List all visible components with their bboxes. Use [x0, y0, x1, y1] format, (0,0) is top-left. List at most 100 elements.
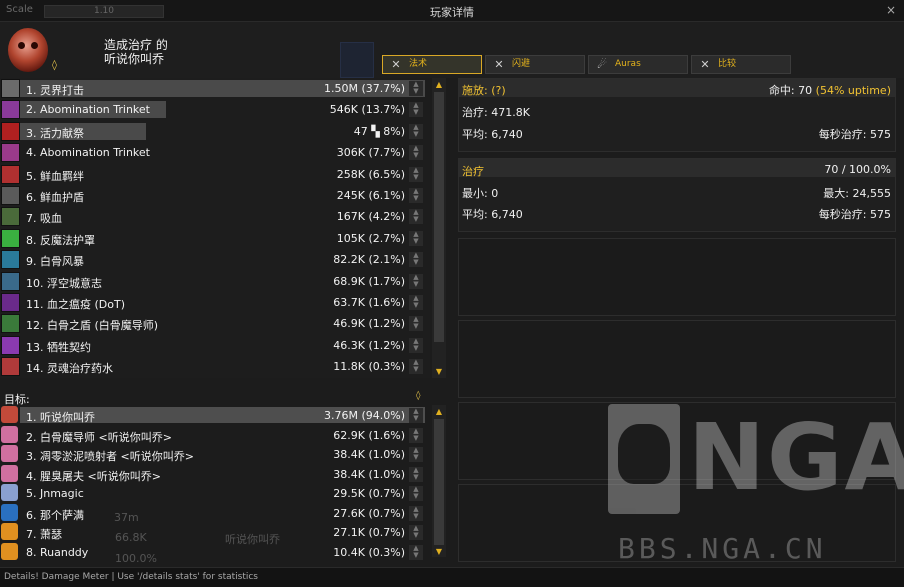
spell-icon	[1, 100, 20, 120]
row-expand-icon[interactable]: ▲ ▼	[409, 81, 423, 96]
spell-row[interactable]: 10. 浮空城意志 68.9K (1.7%) ▲ ▼	[0, 271, 427, 292]
row-expand-icon[interactable]: ▲ ▼	[409, 145, 423, 161]
row-expand-icon[interactable]: ▲ ▼	[409, 273, 423, 289]
tab-compare[interactable]: ✕ 比较	[691, 55, 791, 74]
spell-name: 14. 灵魂治疗药水	[26, 362, 113, 376]
player-name: 听说你叫乔	[104, 52, 165, 66]
target-name: 7. 萧瑟	[26, 528, 62, 541]
spell-scrollbar[interactable]: ▲ ▼	[432, 78, 446, 378]
row-expand-icon[interactable]: ▲ ▼	[409, 525, 423, 540]
scroll-up-button[interactable]: ▲	[433, 80, 445, 89]
spell-row[interactable]: 13. 牺牲契约 46.3K (1.2%) ▲ ▼	[0, 335, 427, 356]
target-name: 2. 白骨魔导师 <听说你叫乔>	[26, 430, 172, 444]
tab-label: 闪避	[512, 59, 531, 69]
class-icon	[1, 503, 18, 521]
spell-value: 82.2K (2.1%)	[333, 253, 405, 267]
row-expand-icon[interactable]: ▲ ▼	[409, 337, 423, 353]
target-row[interactable]: 1. 听说你叫乔 3.76M (94.0%) ▲ ▼	[0, 405, 427, 425]
spell-name: 5. 鲜血羁绊	[26, 169, 84, 183]
row-expand-icon[interactable]: ▲ ▼	[409, 427, 423, 443]
target-row[interactable]: 5. Jnmagic 29.5K (0.7%) ▲ ▼	[0, 483, 427, 503]
target-row[interactable]: 2. 白骨魔导师 <听说你叫乔> 62.9K (1.6%) ▲ ▼	[0, 425, 427, 445]
spell-row[interactable]: 11. 血之瘟疫 (DoT) 63.7K (1.6%) ▲ ▼	[0, 292, 427, 313]
spell-name: 10. 浮空城意志	[26, 276, 102, 290]
spell-row[interactable]: 8. 反魔法护罩 105K (2.7%) ▲ ▼	[0, 228, 427, 249]
tab-auras[interactable]: ☄ Auras	[588, 55, 688, 74]
tab-label: Auras	[615, 59, 641, 69]
watermark-text: NGA	[688, 404, 904, 511]
class-icon	[1, 406, 18, 423]
row-expand-icon[interactable]: ▲ ▼	[409, 466, 423, 482]
spell-icon	[1, 79, 20, 98]
row-expand-icon[interactable]: ▲ ▼	[409, 252, 423, 268]
row-expand-icon[interactable]: ▲ ▼	[409, 316, 423, 332]
cast-label: 施放: (?)	[462, 84, 506, 97]
scroll-thumb[interactable]	[434, 419, 444, 545]
spell-row[interactable]: 3. 活力献祭 47 ▚ 8%) ▲ ▼	[0, 121, 427, 142]
status-text: Details! Damage Meter | Use '/details st…	[4, 572, 258, 582]
spell-value: 47 ▚ 8%)	[353, 124, 405, 138]
target-row[interactable]: 8. Ruanddy 10.4K (0.3%) ▲ ▼	[0, 542, 427, 562]
row-expand-icon[interactable]: ▲ ▼	[409, 123, 423, 139]
tab-dodge[interactable]: ✕ 闪避	[485, 55, 585, 74]
spell-row[interactable]: 9. 白骨风暴 82.2K (2.1%) ▲ ▼	[0, 249, 427, 270]
background-text: 听说你叫乔	[225, 533, 280, 546]
dodge-icon: ✕	[494, 58, 504, 71]
spell-row[interactable]: 5. 鲜血羁绊 258K (6.5%) ▲ ▼	[0, 164, 427, 185]
info-icon[interactable]: ◊	[52, 60, 57, 71]
row-expand-icon[interactable]: ▲ ▼	[409, 486, 423, 501]
row-expand-icon[interactable]: ▲ ▼	[409, 408, 423, 423]
row-expand-icon[interactable]: ▲ ▼	[409, 188, 423, 203]
heal-total: 治疗: 471.8K	[462, 106, 530, 119]
target-name: 6. 那个萨满	[26, 508, 84, 522]
row-expand-icon[interactable]: ▲ ▼	[409, 505, 423, 521]
scroll-down-button[interactable]: ▼	[433, 547, 445, 556]
scroll-down-button[interactable]: ▼	[433, 367, 445, 376]
spell-name: 11. 血之瘟疫 (DoT)	[26, 298, 125, 311]
background-text: 66.8K	[115, 531, 147, 544]
target-name: 3. 凋零淤泥喷射者 <听说你叫乔>	[26, 450, 194, 463]
heal-count: 70 / 100.0%	[824, 163, 891, 176]
target-scrollbar[interactable]: ▲ ▼	[432, 405, 446, 557]
spell-row[interactable]: 6. 鲜血护盾 245K (6.1%) ▲ ▼	[0, 185, 427, 206]
row-expand-icon[interactable]: ▲ ▼	[409, 359, 423, 375]
row-expand-icon[interactable]: ▲ ▼	[409, 230, 423, 246]
spell-name: 2. Abomination Trinket	[26, 103, 150, 117]
row-expand-icon[interactable]: ▲ ▼	[409, 295, 423, 310]
spell-row[interactable]: 1. 灵界打击 1.50M (37.7%) ▲ ▼	[0, 78, 427, 99]
spell-row[interactable]: 14. 灵魂治疗药水 11.8K (0.3%) ▲ ▼	[0, 356, 427, 377]
heal-average: 平均: 6,740	[462, 128, 523, 141]
spell-icon	[1, 186, 20, 205]
spell-name: 7. 吸血	[26, 212, 62, 226]
heal-max: 最大: 24,555	[823, 187, 891, 200]
spell-row[interactable]: 2. Abomination Trinket 546K (13.7%) ▲ ▼	[0, 99, 427, 120]
heal-title: 治疗	[462, 165, 484, 178]
info-icon[interactable]: ◊	[416, 391, 420, 401]
class-icon	[1, 542, 18, 560]
close-button[interactable]: ×	[884, 3, 898, 17]
cast-detail-box: 施放: (?) 命中: 70 (54% uptime) 治疗: 471.8K 平…	[458, 78, 896, 152]
spell-icon	[1, 228, 20, 248]
row-expand-icon[interactable]: ▲ ▼	[409, 447, 423, 462]
class-icon	[1, 425, 18, 443]
row-expand-icon[interactable]: ▲ ▼	[409, 166, 423, 182]
target-row[interactable]: 3. 凋零淤泥喷射者 <听说你叫乔> 38.4K (1.0%) ▲ ▼	[0, 444, 427, 464]
spell-value: 63.7K (1.6%)	[333, 296, 405, 309]
class-icon	[1, 523, 18, 540]
spell-value: 245K (6.1%)	[336, 189, 405, 202]
target-row[interactable]: 4. 腥臭屠夫 <听说你叫乔> 38.4K (1.0%) ▲ ▼	[0, 464, 427, 484]
spell-row[interactable]: 4. Abomination Trinket 306K (7.7%) ▲ ▼	[0, 142, 427, 163]
scroll-thumb[interactable]	[434, 92, 444, 342]
spell-row[interactable]: 7. 吸血 167K (4.2%) ▲ ▼	[0, 206, 427, 227]
spell-row[interactable]: 12. 白骨之盾 (白骨魔导师) 46.9K (1.2%) ▲ ▼	[0, 313, 427, 334]
row-expand-icon[interactable]: ▲ ▼	[409, 209, 423, 225]
compare-icon: ✕	[700, 58, 710, 71]
scroll-up-button[interactable]: ▲	[433, 407, 445, 416]
tab-spells[interactable]: ✕ 法术	[382, 55, 482, 74]
target-row[interactable]: 6. 那个萨满 27.6K (0.7%) ▲ ▼	[0, 503, 427, 523]
row-expand-icon[interactable]: ▲ ▼	[409, 102, 423, 118]
row-expand-icon[interactable]: ▲ ▼	[409, 544, 423, 560]
spell-value: 105K (2.7%)	[336, 231, 405, 245]
spell-icon	[1, 121, 20, 141]
target-row[interactable]: 7. 萧瑟 27.1K (0.7%) ▲ ▼	[0, 522, 427, 542]
